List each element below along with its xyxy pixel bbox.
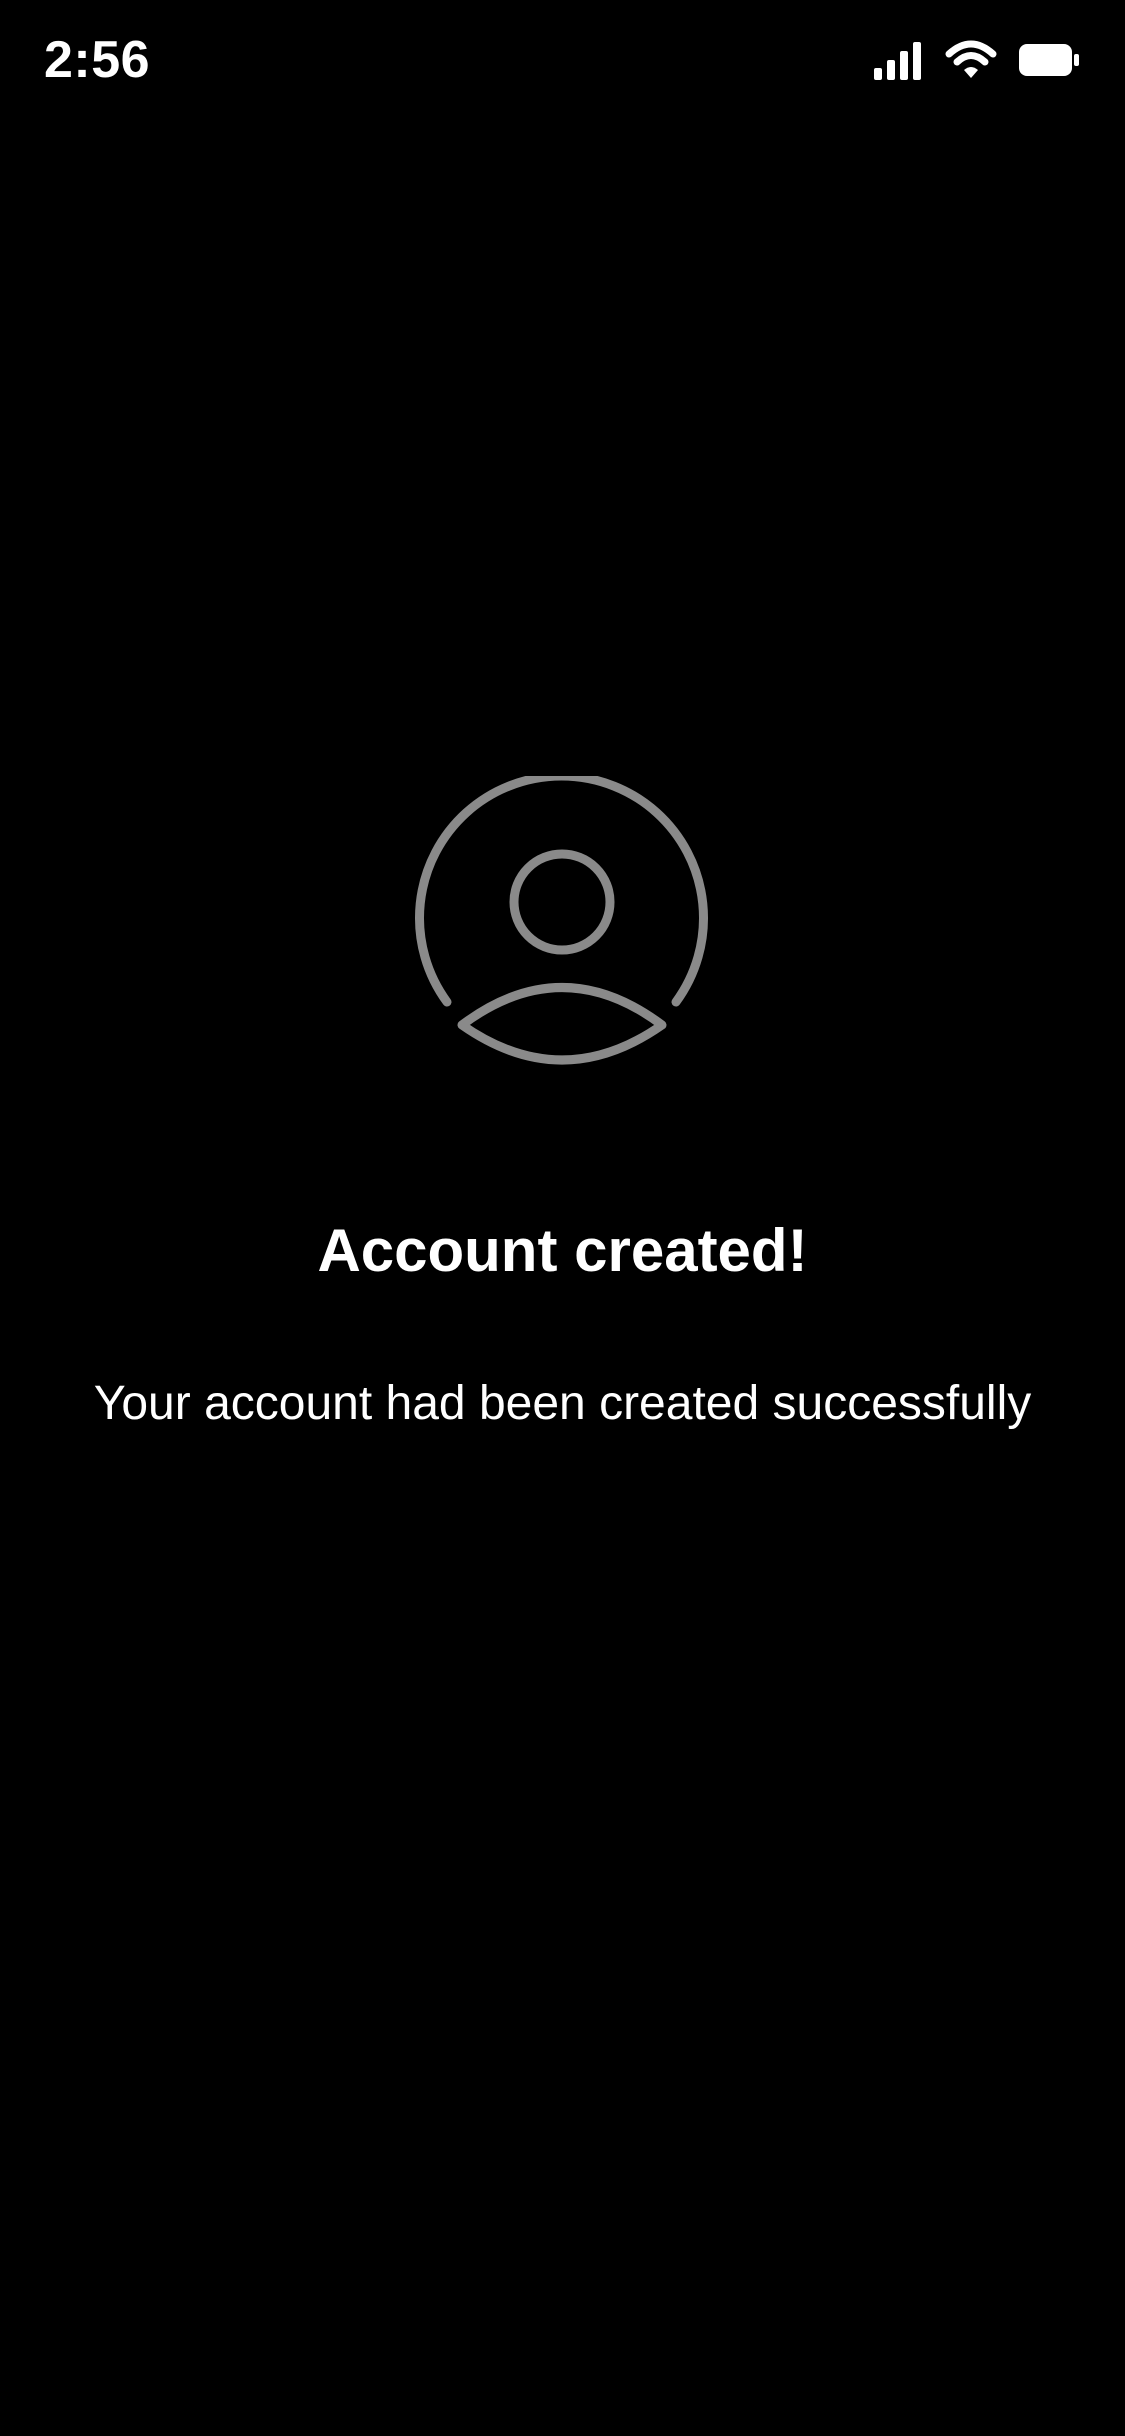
- wifi-icon: [945, 40, 997, 85]
- status-icons: [873, 40, 1079, 84]
- status-bar: 2:56: [0, 0, 1125, 130]
- battery-icon: [1019, 42, 1079, 83]
- page-title: Account created!: [317, 1217, 808, 1284]
- user-circle-icon: [412, 771, 712, 1076]
- status-time: 2:56: [44, 31, 151, 89]
- cellular-signal-icon: [873, 40, 923, 85]
- success-message: Your account had been created successful…: [93, 1377, 1032, 1430]
